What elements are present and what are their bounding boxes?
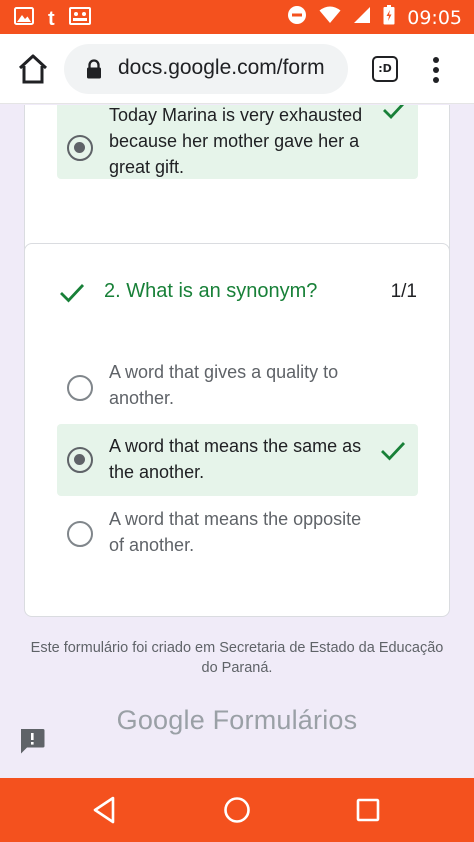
lock-icon <box>86 59 102 84</box>
photo-notification-icon <box>68 6 91 31</box>
home-icon <box>18 54 48 84</box>
system-navigation-bar <box>0 778 474 842</box>
question-score: 1/1 <box>390 281 417 302</box>
radio-unselected[interactable] <box>67 521 93 547</box>
status-bar: t 09:05 <box>0 0 474 34</box>
check-icon <box>60 284 85 303</box>
question-title: 2. What is an synonym? <box>104 280 318 302</box>
option-text: A word that gives a quality to another. <box>109 362 339 408</box>
recents-square-icon <box>356 798 380 822</box>
check-icon <box>381 442 406 461</box>
browser-toolbar: docs.google.com/form :D <box>0 34 474 104</box>
option-text: A word that means the same as the anothe… <box>109 436 362 482</box>
radio-selected[interactable] <box>67 447 93 473</box>
report-feedback-button[interactable] <box>18 727 46 755</box>
signal-icon <box>353 6 371 29</box>
home-circle-icon <box>224 797 250 823</box>
option-text: Today Marina is very exhausted because h… <box>109 105 363 177</box>
browser-menu-button[interactable] <box>428 56 444 84</box>
back-button[interactable] <box>89 794 121 826</box>
tumblr-icon: t <box>48 7 55 30</box>
clock: 09:05 <box>407 6 462 29</box>
address-bar[interactable]: docs.google.com/form <box>64 44 348 94</box>
recents-button[interactable] <box>352 794 384 826</box>
gallery-icon <box>14 6 34 31</box>
battery-icon <box>383 5 395 30</box>
option-1[interactable]: A word that gives a quality to another. <box>57 352 418 424</box>
option-3[interactable]: A word that means the opposite of anothe… <box>57 498 418 570</box>
do-not-disturb-icon <box>287 5 307 30</box>
tab-switcher-button[interactable]: :D <box>372 56 398 82</box>
option-correct-selected[interactable]: Today Marina is very exhausted because h… <box>57 105 418 179</box>
radio-selected[interactable] <box>67 135 93 161</box>
question-card-2: 2. What is an synonym? 1/1 A word that g… <box>24 243 450 617</box>
more-vert-icon <box>433 57 439 83</box>
back-triangle-icon <box>93 796 115 824</box>
url-text: docs.google.com/form <box>118 56 325 79</box>
form-creator-note: Este formulário foi criado em Secretaria… <box>30 640 444 676</box>
google-forms-logo: Google Formulários <box>116 705 358 735</box>
check-icon <box>383 105 405 120</box>
option-2-correct-selected[interactable]: A word that means the same as the anothe… <box>57 424 418 496</box>
home-nav-button[interactable] <box>221 794 253 826</box>
form-content[interactable]: Today Marina is very exhausted because h… <box>0 105 474 778</box>
wifi-icon <box>319 6 341 29</box>
home-button[interactable] <box>16 52 50 86</box>
radio-unselected[interactable] <box>67 375 93 401</box>
option-text: A word that means the opposite of anothe… <box>109 509 362 555</box>
feedback-icon <box>21 729 45 754</box>
